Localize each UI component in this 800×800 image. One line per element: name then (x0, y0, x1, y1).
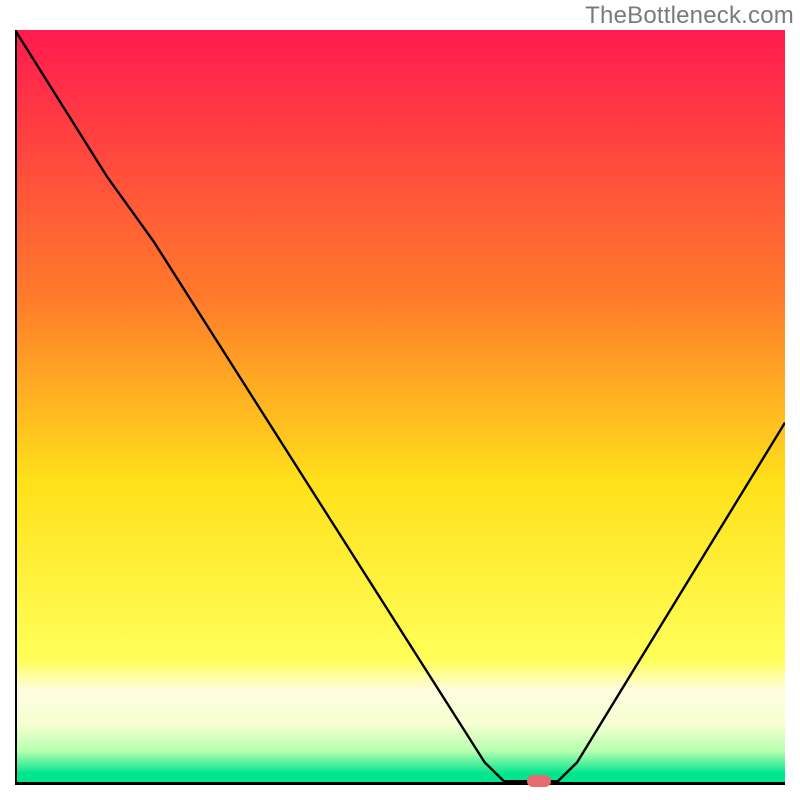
watermark-label: TheBottleneck.com (585, 2, 794, 30)
chart-container: TheBottleneck.com (0, 0, 800, 800)
chart-background (15, 30, 785, 785)
chart-plot (15, 30, 785, 785)
optimal-point-marker (527, 775, 551, 787)
